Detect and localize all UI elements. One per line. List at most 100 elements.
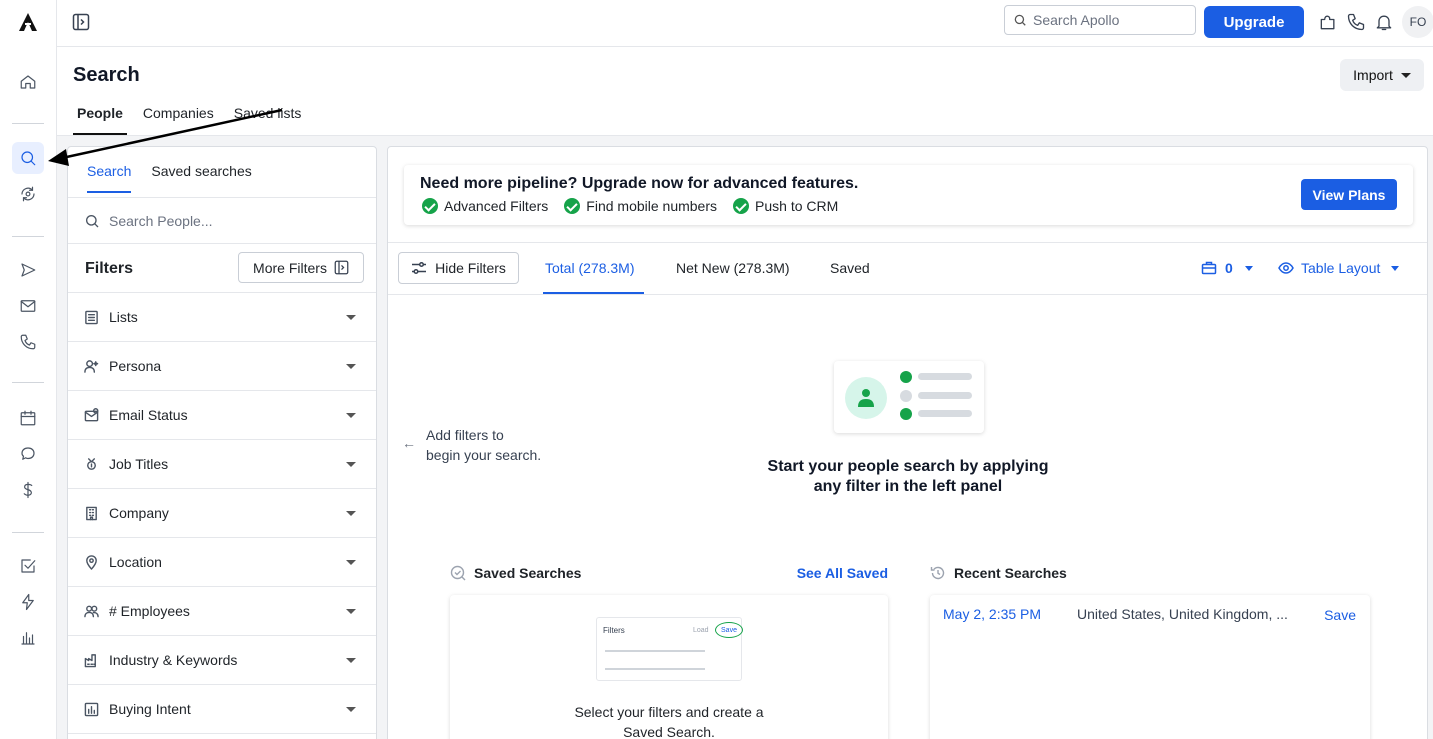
banner-title: Need more pipeline? Upgrade now for adva…: [420, 175, 859, 192]
recent-searches-card: May 2, 2:35 PM United States, United Kin…: [930, 595, 1370, 739]
saved-count-dropdown[interactable]: 0: [1201, 260, 1253, 276]
saved-searches-header: Saved Searches See All Saved: [450, 565, 888, 581]
job-title-icon: [84, 457, 99, 472]
filter-persona[interactable]: Persona: [68, 342, 376, 391]
search-nav-icon[interactable]: [12, 142, 44, 174]
check-circle-icon: [422, 198, 438, 214]
check-circle-icon: [564, 198, 581, 214]
top-bar: Upgrade FO: [57, 0, 1433, 47]
filter-company[interactable]: Company: [68, 489, 376, 538]
calendar-icon[interactable]: [16, 406, 40, 430]
panel-expand-icon: [334, 260, 349, 275]
home-icon[interactable]: [16, 70, 40, 94]
filter-location[interactable]: Location: [68, 538, 376, 587]
empty-state-message: Start your people search by applying any …: [767, 458, 1049, 495]
feature-item: Find mobile numbers: [564, 198, 717, 214]
filter-buying-intent[interactable]: Buying Intent: [68, 685, 376, 734]
filter-panel: Search Saved searches Filters More Filte…: [67, 146, 377, 739]
history-icon: [930, 566, 945, 580]
recent-search-save-link[interactable]: Save: [1324, 607, 1356, 623]
import-button[interactable]: Import: [1340, 59, 1424, 91]
chat-icon[interactable]: [16, 442, 40, 466]
puzzle-extension-icon[interactable]: [1318, 12, 1338, 32]
filter-employees[interactable]: # Employees: [68, 587, 376, 636]
bar-chart-icon: [84, 702, 99, 717]
mail-icon[interactable]: [16, 294, 40, 318]
send-icon[interactable]: [16, 258, 40, 282]
tab-net-new[interactable]: Net New (278.3M): [676, 260, 790, 276]
filter-email-status[interactable]: Email Status: [68, 391, 376, 440]
filter-label: Email Status: [109, 407, 188, 423]
empty-state-illustration: [834, 361, 984, 433]
upgrade-button[interactable]: Upgrade: [1204, 6, 1304, 38]
add-filters-hint: ← Add filters to begin your search.: [402, 427, 542, 463]
email-status-icon: [84, 407, 99, 423]
global-search-input[interactable]: [1033, 12, 1183, 28]
filter-label: Job Titles: [109, 456, 169, 472]
filter-label: # Employees: [109, 603, 190, 619]
upgrade-banner: Need more pipeline? Upgrade now for adva…: [404, 165, 1413, 225]
filter-label: Buying Intent: [109, 701, 191, 717]
filter-industry-keywords[interactable]: Industry & Keywords: [68, 636, 376, 685]
task-check-icon[interactable]: [16, 554, 40, 578]
see-all-saved-link[interactable]: See All Saved: [797, 565, 888, 581]
view-plans-button[interactable]: View Plans: [1301, 179, 1397, 210]
saved-searches-card: Filters Load Save Select your filters an…: [450, 595, 888, 739]
location-pin-icon: [84, 554, 99, 570]
sidebar-toggle-icon[interactable]: [72, 13, 90, 31]
arrow-left-icon: ←: [402, 435, 416, 451]
recent-search-date[interactable]: May 2, 2:35 PM: [943, 606, 1041, 622]
industry-icon: [84, 653, 99, 668]
phone-icon[interactable]: [1346, 12, 1366, 32]
briefcase-icon: [1201, 261, 1217, 275]
apollo-logo-icon[interactable]: [16, 10, 40, 34]
building-icon: [84, 506, 99, 521]
feature-item: Advanced Filters: [422, 198, 548, 214]
check-circle-icon: [733, 198, 750, 214]
tab-saved-searches[interactable]: Saved searches: [151, 163, 251, 193]
saved-search-icon: [450, 565, 466, 581]
tab-saved-lists[interactable]: Saved lists: [230, 103, 306, 135]
filter-label: Industry & Keywords: [109, 652, 238, 668]
tab-saved[interactable]: Saved: [830, 260, 870, 276]
filters-title: Filters: [85, 260, 134, 277]
tab-companies[interactable]: Companies: [139, 103, 218, 135]
more-filters-button[interactable]: More Filters: [238, 252, 364, 283]
saved-searches-message: Select your filters and create a Saved Se…: [574, 704, 764, 739]
hide-filters-button[interactable]: Hide Filters: [398, 252, 519, 284]
chevron-down-icon: [1400, 72, 1411, 78]
dollar-icon[interactable]: [16, 478, 40, 502]
eye-icon: [1278, 262, 1294, 274]
tab-total[interactable]: Total (278.3M): [545, 260, 634, 276]
people-search[interactable]: [68, 198, 376, 244]
filter-job-titles[interactable]: Job Titles: [68, 440, 376, 489]
refresh-search-icon[interactable]: [16, 182, 40, 206]
employees-icon: [84, 604, 99, 619]
left-nav-rail: [0, 0, 57, 739]
bell-icon[interactable]: [1374, 12, 1394, 32]
search-icon: [1014, 14, 1026, 26]
tab-search[interactable]: Search: [87, 163, 132, 193]
filter-lists[interactable]: Lists: [68, 293, 376, 342]
analytics-icon[interactable]: [16, 626, 40, 650]
global-search[interactable]: [1004, 5, 1196, 35]
search-icon: [86, 214, 99, 227]
main-tabs: People Companies Saved lists: [73, 103, 317, 136]
avatar[interactable]: FO: [1402, 6, 1433, 38]
filter-label: Persona: [109, 358, 162, 374]
person-icon: [858, 389, 874, 407]
people-search-input[interactable]: [109, 212, 349, 229]
feature-item: Push to CRM: [733, 198, 838, 214]
list-icon: [84, 310, 99, 325]
lightning-icon[interactable]: [16, 590, 40, 614]
chevron-down-icon: [1391, 265, 1400, 271]
phone-icon[interactable]: [16, 330, 40, 354]
page-title: Search: [73, 64, 140, 86]
results-panel: Need more pipeline? Upgrade now for adva…: [387, 146, 1428, 739]
filter-label: Location: [109, 554, 162, 570]
chevron-down-icon: [1244, 265, 1253, 271]
filter-label: Lists: [109, 309, 138, 325]
table-layout-dropdown[interactable]: Table Layout: [1278, 260, 1400, 276]
tab-people[interactable]: People: [73, 103, 127, 135]
filter-label: Company: [109, 505, 169, 521]
